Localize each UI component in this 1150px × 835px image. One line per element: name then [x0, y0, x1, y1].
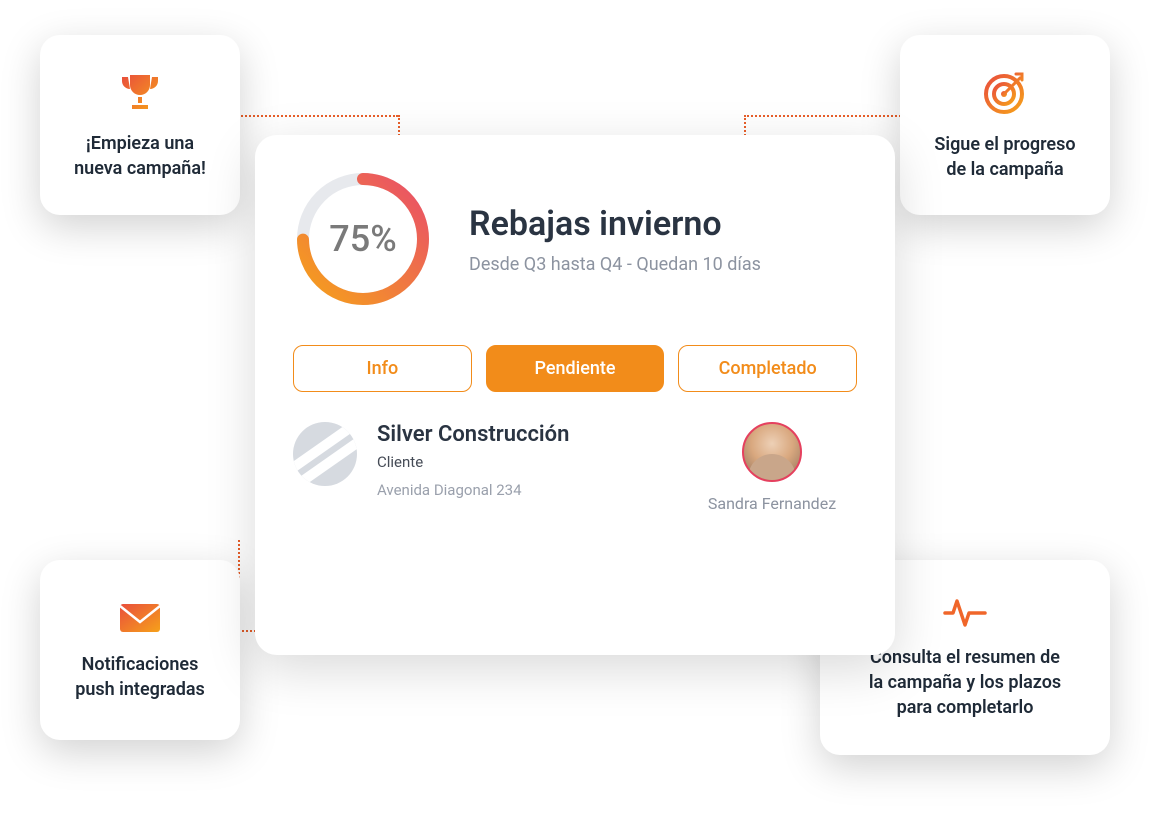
callout-track-progress: Sigue el progreso de la campaña: [900, 35, 1110, 215]
tab-bar: Info Pendiente Completado: [293, 345, 857, 392]
company-name: Silver Construcción: [377, 422, 667, 447]
connector-line: [744, 115, 904, 117]
trophy-icon: [116, 69, 164, 117]
campaign-subtitle: Desde Q3 hasta Q4 - Quedan 10 días: [469, 254, 857, 275]
progress-value: 75%: [293, 169, 433, 309]
company-type: Cliente: [377, 453, 667, 471]
callout-label: Consulta el resumen de la campaña y los …: [865, 645, 1065, 721]
connector-line: [238, 115, 398, 117]
company-address: Avenida Diagonal 234: [377, 481, 667, 499]
campaign-title: Rebajas invierno: [469, 204, 857, 244]
assignee-block: Sandra Fernandez: [687, 422, 857, 513]
callout-label: Notificaciones push integradas: [66, 652, 214, 702]
progress-ring: 75%: [293, 169, 433, 309]
callout-label: ¡Empieza una nueva campaña!: [66, 131, 214, 181]
callout-label: Sigue el progreso de la campaña: [926, 132, 1084, 182]
campaign-card: 75% Rebajas invierno Desde Q3 hasta Q4 -…: [255, 135, 895, 655]
assignee-name: Sandra Fernandez: [708, 494, 836, 513]
client-row: Silver Construcción Cliente Avenida Diag…: [293, 422, 857, 513]
target-icon: [980, 68, 1030, 118]
company-logo: [293, 422, 357, 486]
tab-pending[interactable]: Pendiente: [486, 345, 665, 392]
callout-push-notifications: Notificaciones push integradas: [40, 560, 240, 740]
assignee-avatar: [742, 422, 802, 482]
mail-icon: [116, 598, 164, 638]
tab-info[interactable]: Info: [293, 345, 472, 392]
activity-icon: [943, 595, 987, 631]
tab-completed[interactable]: Completado: [678, 345, 857, 392]
callout-new-campaign: ¡Empieza una nueva campaña!: [40, 35, 240, 215]
